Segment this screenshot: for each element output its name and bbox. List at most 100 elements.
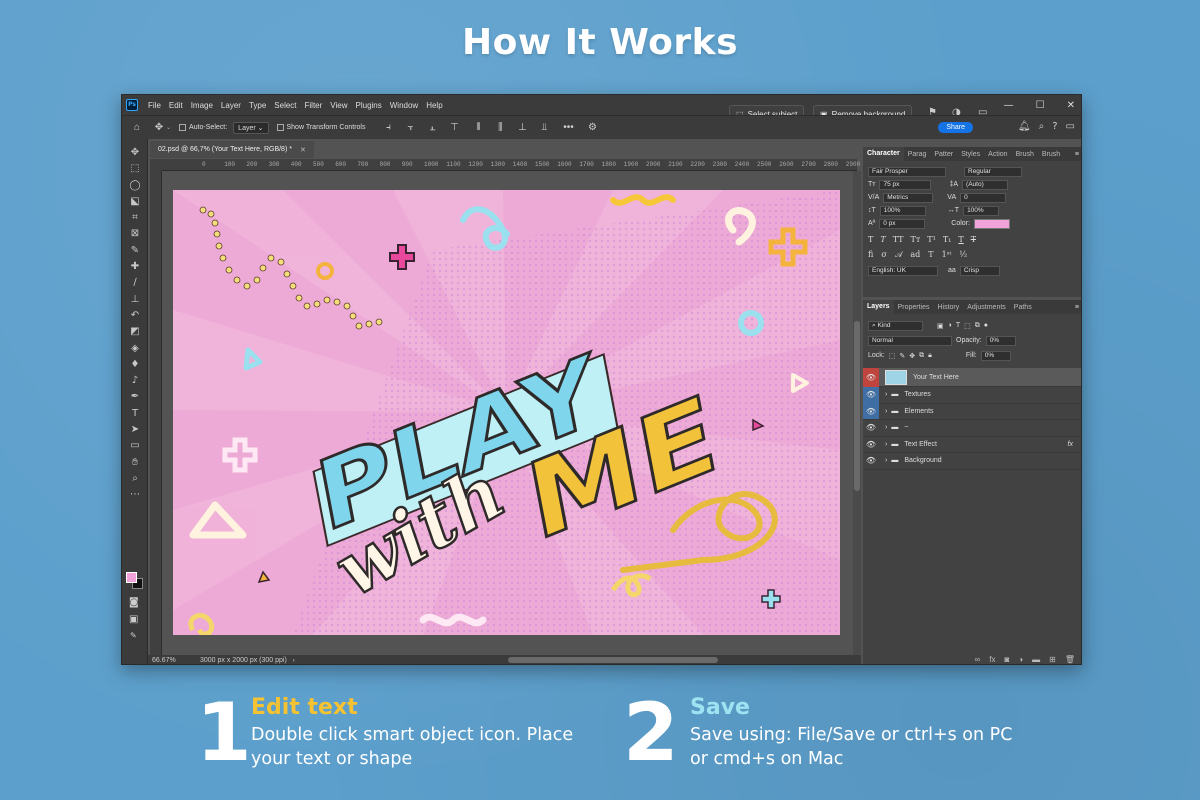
subscript-icon[interactable]: T₁ [943,235,952,244]
zoom-tool-icon[interactable]: ⌕ [122,471,148,487]
pen-tool-icon[interactable]: ✒ [122,389,148,405]
superscript-icon[interactable]: T¹ [927,235,936,244]
link-icon[interactable]: ∞ [975,655,981,664]
baseline-shift-field[interactable]: 0 px [879,218,926,229]
layer-row[interactable]: 👁︎ › ▬ Background [863,453,1081,470]
menu-image[interactable]: Image [187,101,217,110]
distribute-icon[interactable]: ⫴ [471,121,485,135]
maximize-icon[interactable]: ☐ [1036,100,1045,111]
new-group-icon[interactable]: ▬ [1032,655,1040,664]
more-tools-icon[interactable]: ⋯ [122,487,148,503]
search-icon[interactable]: ⌕ [1039,121,1045,132]
history-brush-icon[interactable]: ↶ [122,308,148,324]
menu-plugins[interactable]: Plugins [352,101,386,110]
tab-character[interactable]: Character [863,147,904,161]
canvas-vertical-scrollbar[interactable] [853,171,861,655]
brush-tool-icon[interactable]: ∕ [122,275,148,291]
layers-menu-icon[interactable]: ≡ [1075,304,1079,311]
panel-menu-icon[interactable]: ≡ [1075,151,1079,158]
fraction-icon[interactable]: ½ [959,250,967,259]
new-layer-icon[interactable]: ⊞ [1049,655,1056,664]
font-style-select[interactable]: Regular [964,166,1022,177]
menu-file[interactable]: File [144,101,165,110]
tab-brush[interactable]: Brush [1012,151,1038,158]
small-caps-icon[interactable]: Tт [911,235,921,244]
lasso-tool-icon[interactable]: ◯ [122,178,148,194]
move-tool-icon[interactable]: ✥ [152,121,166,135]
eye-icon[interactable]: 👁︎ [863,367,879,387]
eye-icon[interactable]: 👁︎ [863,403,879,420]
font-size-field[interactable]: 75 px [879,179,932,190]
screen-mode-icon[interactable]: ▣ [129,614,138,625]
vertical-scale-field[interactable]: 100% [879,205,926,216]
strikethrough-icon[interactable]: T [971,235,976,244]
fx-icon[interactable]: fx [1068,441,1073,448]
align-left-icon[interactable]: ⫞ [381,121,395,135]
marquee-tool-icon[interactable]: ⬚ [122,161,148,177]
zoom-level[interactable]: 66.67% [152,657,200,664]
distribute-v-icon[interactable]: ⫼ [493,121,507,135]
leading-field[interactable]: (Auto) [962,179,1009,190]
trash-icon[interactable]: 🗑︎ [1065,655,1075,664]
type-tool-icon[interactable]: T [122,406,148,422]
eye-icon[interactable]: 👁︎ [863,453,879,469]
tab-actions[interactable]: Action [984,151,1011,158]
menu-type[interactable]: Type [245,101,270,110]
stamp-tool-icon[interactable]: ⊥ [122,292,148,308]
horizontal-scroll-thumb[interactable] [508,657,718,663]
rectangle-tool-icon[interactable]: ▭ [122,438,148,454]
vertical-scroll-thumb[interactable] [854,321,860,491]
expand-chevron-icon[interactable]: › [885,408,887,415]
align-center-icon[interactable]: ⫟ [403,121,417,135]
expand-chevron-icon[interactable]: › [885,424,887,431]
eraser-tool-icon[interactable]: ◩ [122,324,148,340]
bell-icon[interactable]: 🔔︎ [1018,121,1031,132]
filter-toggle-icon[interactable]: ● [984,322,988,329]
auto-select-checkbox[interactable] [179,124,187,131]
language-select[interactable]: English: UK [868,265,938,276]
menu-window[interactable]: Window [386,101,422,110]
lock-artboard-icon[interactable]: ⧉ [919,352,924,360]
text-color-swatch[interactable] [973,218,1010,229]
lock-paint-icon[interactable]: ✎ [899,352,905,360]
tab-properties[interactable]: Properties [894,304,934,311]
menu-help[interactable]: Help [422,101,446,110]
layer-row[interactable]: 👁︎ › ▬ ~ [863,420,1081,437]
expand-chevron-icon[interactable]: › [885,441,887,448]
filter-shape-icon[interactable]: ⬚ [964,322,971,330]
crop-tool-icon[interactable]: ⌗ [122,210,148,226]
tracking-field[interactable]: 0 [960,192,1007,203]
status-arrow-icon[interactable]: › [293,658,295,664]
tab-paths[interactable]: Paths [1010,304,1036,311]
eyedropper-tool-icon[interactable]: ✎ [122,243,148,259]
eye-icon[interactable]: 👁︎ [863,386,879,403]
document-canvas[interactable]: PLAY ME with [173,190,840,635]
hand-tool-icon[interactable]: ✋︎ [122,455,148,471]
add-style-icon[interactable]: fx [989,655,995,664]
antialias-select[interactable]: Crisp [959,265,1000,276]
stylistic-icon[interactable]: ad [910,250,920,259]
quick-mask-icon[interactable]: ◙ [129,597,139,608]
kerning-field[interactable]: Metrics [883,192,934,203]
filter-smart-icon[interactable]: ⧉ [975,322,980,330]
more-options-icon[interactable]: ••• [561,121,575,135]
foreground-color-swatch[interactable] [126,572,137,583]
chevron-down-icon[interactable]: ⌄ [166,124,171,131]
lock-move-icon[interactable]: ✥ [909,352,915,360]
share-button[interactable]: Share [938,122,973,133]
tab-adjustments[interactable]: Adjustments [963,304,1010,311]
filter-adjust-icon[interactable]: ◑ [948,322,952,329]
opacity-field[interactable]: 0% [985,335,1016,346]
swash-icon[interactable]: 𝒜 [895,250,903,260]
ruler-origin[interactable] [150,159,162,171]
distribute-h-icon[interactable]: ⊥ [515,121,529,135]
document-tab[interactable]: 02.psd @ 66,7% (Your Text Here, RGB/8) *… [150,141,314,158]
tab-close-icon[interactable]: ✕ [300,146,306,154]
ligature-icon[interactable]: ﬁ [868,250,873,259]
lock-all-icon[interactable]: 🔒︎ [928,352,932,360]
all-caps-icon[interactable]: TT [893,235,904,244]
align-right-icon[interactable]: ⫠ [425,121,439,135]
layer-row[interactable]: 👁︎ › ▬ Text Effect fx [863,437,1081,453]
layer-row[interactable]: 👁︎ › ▬ Elements [863,403,1081,420]
layer-row[interactable]: 👁︎ Your Text Here [863,367,1081,387]
